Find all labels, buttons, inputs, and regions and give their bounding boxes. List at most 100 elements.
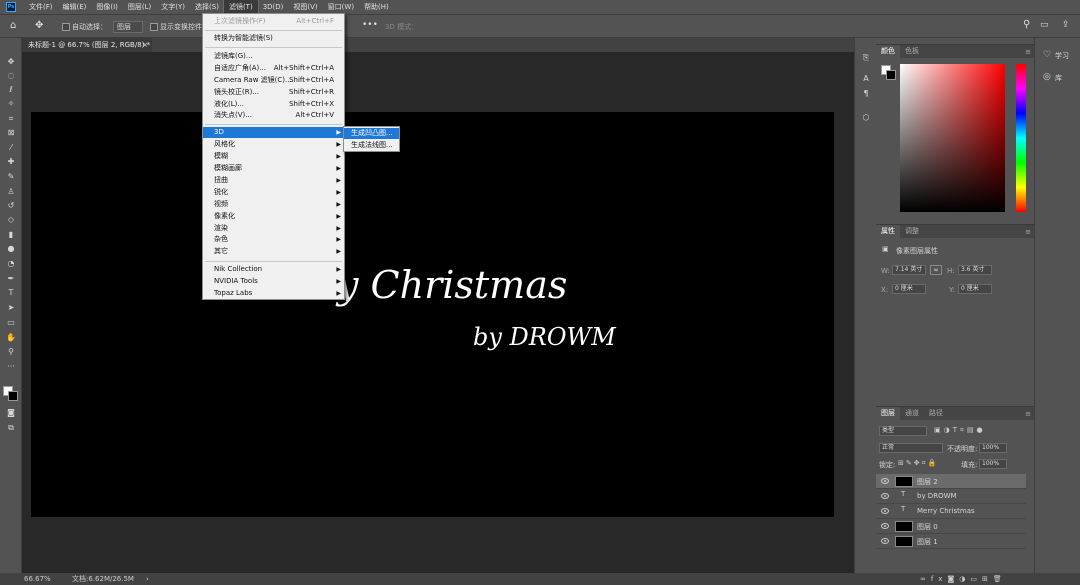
learn-label[interactable]: 学习 (1055, 51, 1069, 61)
document-canvas[interactable]: y Christmas by DROWM (31, 112, 834, 517)
3d-panel-icon[interactable]: ⬡ (859, 112, 873, 123)
zoom-level[interactable]: 66.67% (24, 573, 51, 585)
screen-mode-icon[interactable]: ⧉ (4, 422, 18, 433)
library-label[interactable]: 库 (1055, 73, 1062, 83)
tab-properties[interactable]: 属性 (876, 225, 900, 238)
menu-select[interactable]: 选择(S) (190, 0, 224, 14)
eraser-icon[interactable]: ◇ (4, 214, 18, 225)
layers-footer-icons[interactable]: ∞fx◙◑▭⊞🗑 (920, 573, 1007, 585)
menu-item[interactable]: 其它 ▶ (203, 246, 344, 257)
menu-item[interactable]: 液化(L)... Shift+Ctrl+X (203, 99, 344, 110)
stamp-icon[interactable]: ♙ (4, 186, 18, 197)
menu-item[interactable]: 上次滤镜操作(F) Alt+Ctrl+F (203, 16, 344, 27)
dodge-icon[interactable]: ◔ (4, 258, 18, 269)
width-field[interactable]: 7.14 英寸 (892, 265, 926, 275)
lasso-icon[interactable]: ℓ (4, 84, 18, 95)
menu-item[interactable]: 转换为智能滤镜(S) (203, 33, 344, 44)
move-tool-icon[interactable]: ✥ (35, 20, 43, 32)
menu-item[interactable]: 模糊 ▶ (203, 151, 344, 162)
marquee-icon[interactable]: ◌ (4, 70, 18, 81)
layer-row[interactable]: 图层 2 (876, 474, 1026, 489)
layer-name[interactable]: 图层 1 (917, 537, 938, 547)
layer-row[interactable]: 图层 1 (876, 534, 1026, 549)
menu-item[interactable]: 滤镜库(G)... (203, 51, 344, 62)
eyedropper-icon[interactable]: ⁄ (4, 142, 18, 153)
status-arrow-icon[interactable]: › (146, 573, 149, 585)
layer-row[interactable]: 图层 0 (876, 519, 1026, 534)
gradient-icon[interactable]: ▮ (4, 229, 18, 240)
menu-file[interactable]: 文件(F) (24, 0, 58, 14)
visibility-eye-icon[interactable] (881, 493, 889, 499)
search-icon[interactable]: ⚲ (1023, 19, 1030, 31)
paragraph-icon[interactable]: ¶ (859, 88, 873, 99)
brush-icon[interactable]: ✎ (4, 171, 18, 182)
menu-item[interactable]: 视频 ▶ (203, 199, 344, 210)
menu-item[interactable]: 镜头校正(R)... Shift+Ctrl+R (203, 87, 344, 98)
tab-channels[interactable]: 通道 (900, 407, 924, 420)
history-brush-icon[interactable]: ↺ (4, 200, 18, 211)
panel-menu-icon[interactable]: ≡ (1025, 48, 1031, 56)
opacity-field[interactable]: 100% (979, 443, 1007, 453)
y-field[interactable]: 0 厘米 (958, 284, 992, 294)
visibility-eye-icon[interactable] (881, 478, 889, 484)
tab-paths[interactable]: 路径 (924, 407, 948, 420)
menu-item[interactable]: 消失点(V)... Alt+Ctrl+V (203, 110, 344, 121)
properties-menu-icon[interactable]: ≡ (1025, 228, 1031, 236)
layer-row[interactable]: T Merry Christmas (876, 504, 1026, 519)
menu-item[interactable]: 渲染 ▶ (203, 223, 344, 234)
visibility-eye-icon[interactable] (881, 508, 889, 514)
learn-icon[interactable]: ♡ (1043, 50, 1051, 60)
frame-icon[interactable]: ⊠ (4, 127, 18, 138)
edit-toolbar-icon[interactable]: ··· (4, 361, 18, 372)
share-icon[interactable]: ⇪ (1062, 19, 1070, 31)
menu-item[interactable]: 杂色 ▶ (203, 234, 344, 245)
fill-field[interactable]: 100% (979, 459, 1007, 469)
path-selection-icon[interactable]: ➤ (4, 302, 18, 313)
color-field[interactable] (900, 64, 1005, 212)
visibility-eye-icon[interactable] (881, 523, 889, 529)
auto-select-checkbox[interactable] (62, 23, 70, 31)
move-icon[interactable]: ✥ (4, 56, 18, 67)
show-transform-checkbox[interactable] (150, 23, 158, 31)
home-icon[interactable]: ⌂ (10, 20, 16, 32)
menu-item[interactable]: 像素化 ▶ (203, 211, 344, 222)
menu-item[interactable]: 锐化 ▶ (203, 187, 344, 198)
document-tab[interactable]: 未标题-1 @ 66.7% (图层 2, RGB/8) * × (22, 38, 152, 52)
x-field[interactable]: 0 厘米 (892, 284, 926, 294)
workspace-icon[interactable]: ▭ (1040, 19, 1049, 31)
layer-filter-icons[interactable]: ▣◑T⌗▤● (934, 426, 986, 435)
menu-item[interactable]: 扭曲 ▶ (203, 175, 344, 186)
menu-item[interactable]: Nik Collection ▶ (203, 264, 344, 275)
visibility-eye-icon[interactable] (881, 538, 889, 544)
menu-item[interactable]: Topaz Labs ▶ (203, 288, 344, 299)
auto-select-dropdown[interactable]: 图层 (113, 21, 143, 33)
menu-item[interactable]: 自适应广角(A)... Alt+Shift+Ctrl+A (203, 63, 344, 74)
height-field[interactable]: 3.6 英寸 (958, 265, 992, 275)
layer-name[interactable]: 图层 0 (917, 522, 938, 532)
menu-item-3d[interactable]: 3D ▶ (203, 127, 344, 138)
crop-icon[interactable]: ⌗ (4, 113, 18, 124)
menu-filter[interactable]: 滤镜(T) (222, 0, 259, 15)
link-icon[interactable]: ∞ (930, 265, 942, 275)
menu-view[interactable]: 视图(V) (288, 0, 322, 14)
menu-edit[interactable]: 编辑(E) (58, 0, 92, 14)
pen-icon[interactable]: ✒ (4, 273, 18, 284)
more-options-icon[interactable]: ••• (362, 19, 378, 31)
menu-item-generate-normal-map[interactable]: 生成法线图... (344, 140, 399, 151)
layer-name[interactable]: 图层 2 (917, 477, 938, 487)
menu-3d[interactable]: 3D(D) (258, 0, 289, 14)
tab-color[interactable]: 颜色 (876, 45, 900, 58)
hand-icon[interactable]: ✋ (4, 332, 18, 343)
menu-item[interactable]: 模糊画廊 ▶ (203, 163, 344, 174)
layer-row[interactable]: T by DROWM (876, 489, 1026, 504)
color-bg-swatch[interactable] (886, 70, 896, 80)
blend-mode-dropdown[interactable]: 正常 (879, 443, 943, 453)
menu-item[interactable]: Camera Raw 滤镜(C)... Shift+Ctrl+A (203, 75, 344, 86)
menu-help[interactable]: 帮助(H) (359, 0, 394, 14)
type-icon[interactable]: T (4, 287, 18, 298)
blur-icon[interactable]: ● (4, 243, 18, 254)
menu-item-generate-bump-map[interactable]: 生成凹凸图... (344, 128, 399, 139)
rectangle-icon[interactable]: ▭ (4, 317, 18, 328)
menu-type[interactable]: 文字(Y) (156, 0, 190, 14)
menu-item[interactable]: NVIDIA Tools ▶ (203, 276, 344, 287)
